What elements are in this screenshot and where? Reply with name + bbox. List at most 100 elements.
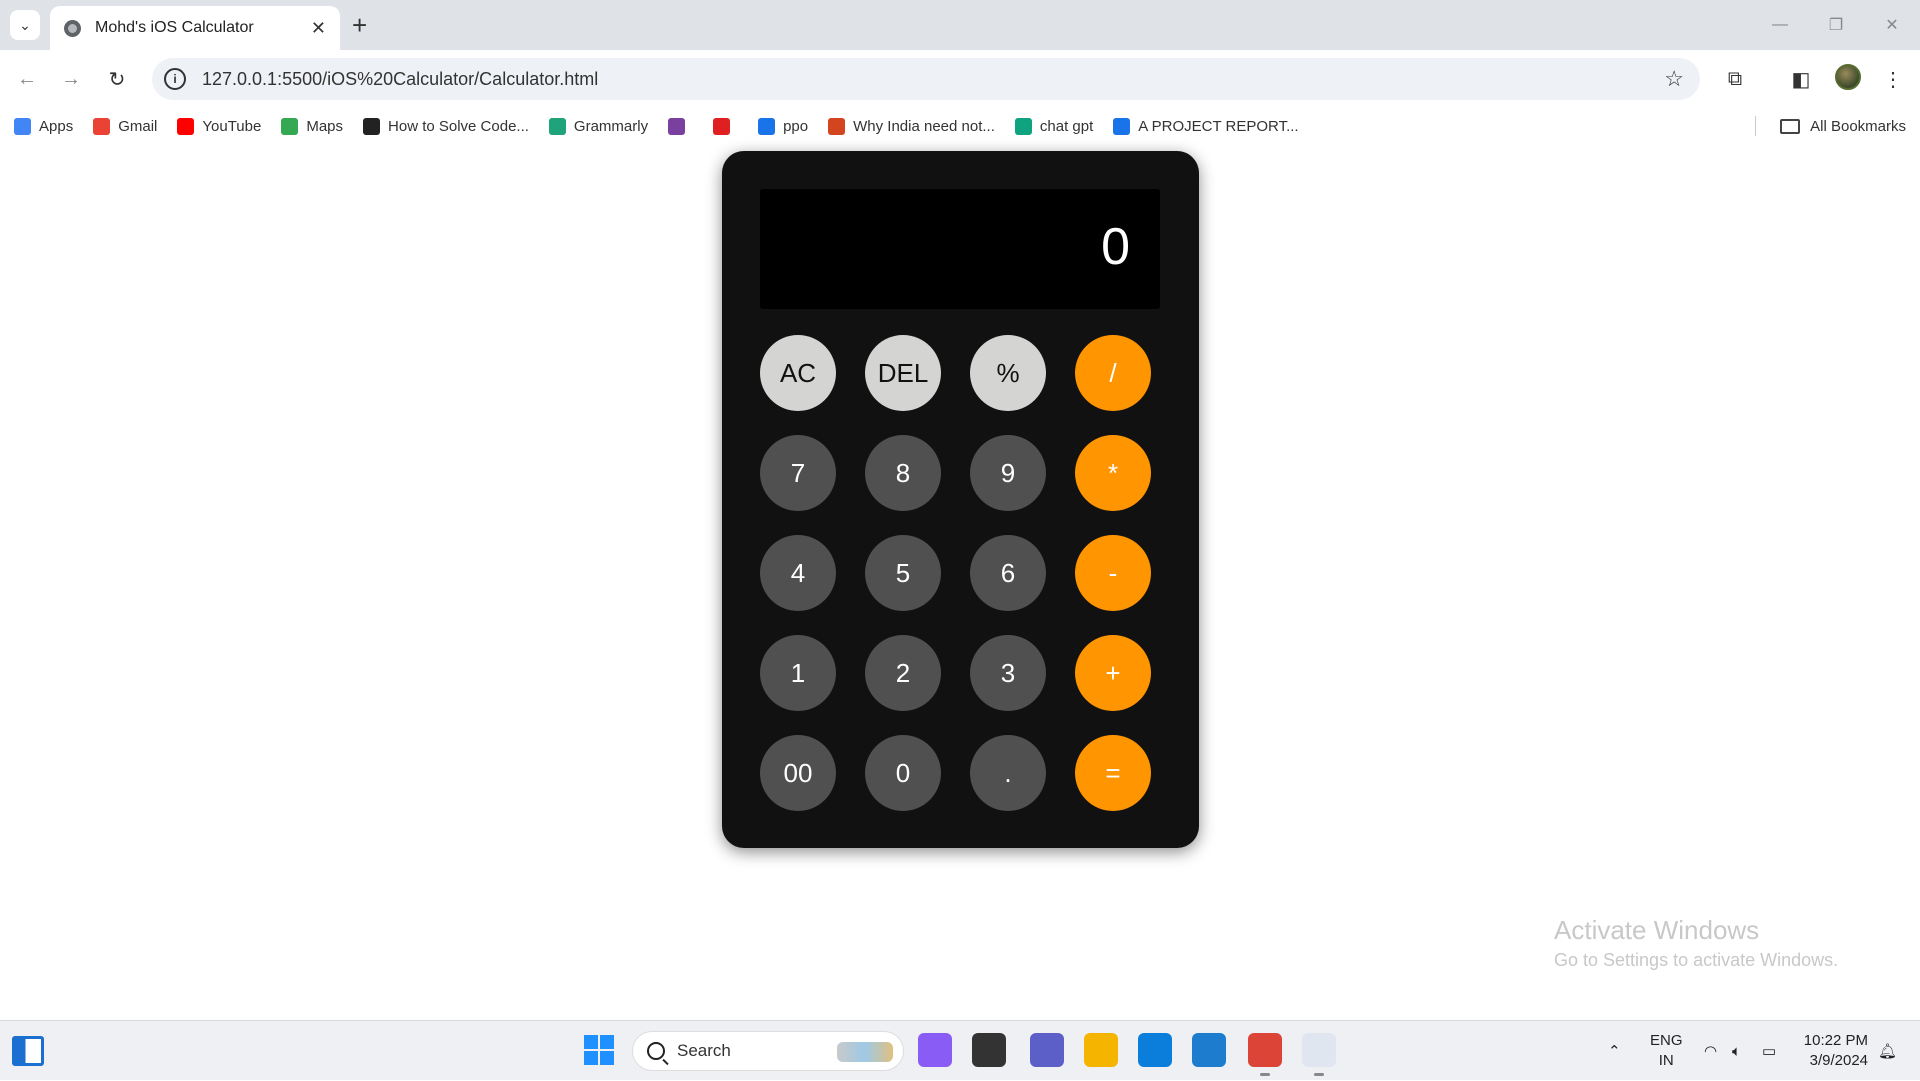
url-text[interactable]: 127.0.0.1:5500/iOS%20Calculator/Calculat… xyxy=(202,69,1664,90)
all-bookmarks-button[interactable]: All Bookmarks xyxy=(1780,108,1906,144)
site-info-icon[interactable]: i xyxy=(164,68,186,90)
copilot-icon[interactable] xyxy=(918,1033,952,1067)
bookmark-item[interactable]: A PROJECT REPORT... xyxy=(1113,117,1299,135)
browser-tab[interactable]: Mohd's iOS Calculator ✕ xyxy=(50,6,340,50)
language-code: ENG xyxy=(1650,1032,1683,1049)
search-highlight-icon xyxy=(837,1042,893,1062)
bookmark-item[interactable]: How to Solve Code... xyxy=(363,117,529,135)
bookmark-label: chat gpt xyxy=(1039,117,1094,135)
activate-windows-watermark: Activate Windows Go to Settings to activ… xyxy=(1554,915,1838,971)
side-panel-icon[interactable]: ◧ xyxy=(1786,64,1816,94)
bookmark-item[interactable]: Grammarly xyxy=(548,117,649,135)
wifi-icon[interactable]: ◠ xyxy=(1704,1021,1717,1081)
taskbar: Search ⌃ ENG IN ◠ 🔈︎ ▭ 10:22 PM 3/9/2024… xyxy=(0,1020,1920,1080)
subtract-button[interactable]: - xyxy=(1075,535,1151,611)
divide-button[interactable]: / xyxy=(1075,335,1151,411)
bookmark-item[interactable]: Why India need not... xyxy=(828,117,995,135)
search-icon xyxy=(647,1042,665,1060)
all-bookmarks-label: All Bookmarks xyxy=(1810,117,1906,135)
bookmark-item[interactable] xyxy=(713,117,738,135)
equals-button[interactable]: = xyxy=(1075,735,1151,811)
red-pin-icon xyxy=(713,117,731,135)
close-window-icon[interactable]: ✕ xyxy=(1864,0,1920,50)
digit-0-button[interactable]: 0 xyxy=(865,735,941,811)
delete-button[interactable]: DEL xyxy=(865,335,941,411)
digit-6-button[interactable]: 6 xyxy=(970,535,1046,611)
reload-icon[interactable]: ↻ xyxy=(102,64,132,94)
extensions-icon[interactable]: ⧉ xyxy=(1720,64,1750,94)
profile-avatar[interactable] xyxy=(1835,64,1861,90)
bookmark-item[interactable]: Gmail xyxy=(93,117,157,135)
bookmark-label: Grammarly xyxy=(573,117,649,135)
multiply-button[interactable]: * xyxy=(1075,435,1151,511)
digit-2-button[interactable]: 2 xyxy=(865,635,941,711)
chrome-icon[interactable] xyxy=(1248,1033,1282,1067)
address-bar[interactable]: i 127.0.0.1:5500/iOS%20Calculator/Calcul… xyxy=(152,58,1700,100)
teams-icon[interactable] xyxy=(1030,1033,1064,1067)
bookmark-item[interactable]: YouTube xyxy=(177,117,261,135)
widgets-icon[interactable] xyxy=(12,1036,44,1066)
language-region: IN xyxy=(1658,1052,1674,1069)
minimize-icon[interactable]: — xyxy=(1752,0,1808,50)
task-view-icon[interactable] xyxy=(972,1033,1006,1067)
globe-icon xyxy=(64,19,81,37)
language-indicator[interactable]: ENG IN xyxy=(1650,1031,1683,1071)
calculator-display: 0 xyxy=(760,189,1160,309)
menu-kebab-icon[interactable]: ⋮ xyxy=(1878,64,1908,94)
bookmark-label: How to Solve Code... xyxy=(388,117,529,135)
snipping-tool-icon[interactable] xyxy=(1302,1033,1336,1067)
digit-5-button[interactable]: 5 xyxy=(865,535,941,611)
bookmark-item[interactable] xyxy=(668,117,693,135)
bookmarks-bar: Apps Gmail YouTube Maps How to Solve Code...… xyxy=(0,108,1920,144)
bookmark-label: A PROJECT REPORT... xyxy=(1138,117,1299,135)
bookmark-label: Maps xyxy=(306,117,344,135)
folder-icon xyxy=(1780,118,1801,134)
bookmark-star-icon[interactable]: ☆ xyxy=(1664,66,1684,92)
battery-icon[interactable]: ▭ xyxy=(1762,1021,1776,1081)
add-button[interactable]: + xyxy=(1075,635,1151,711)
tab-title: Mohd's iOS Calculator xyxy=(95,19,254,36)
edge-icon[interactable] xyxy=(1138,1033,1172,1067)
percent-button[interactable]: % xyxy=(970,335,1046,411)
bookmark-item[interactable]: Apps xyxy=(14,117,73,135)
restore-icon[interactable]: ❐ xyxy=(1808,0,1864,50)
digit-4-button[interactable]: 4 xyxy=(760,535,836,611)
vscode-icon[interactable] xyxy=(1192,1033,1226,1067)
close-tab-icon[interactable]: ✕ xyxy=(311,18,326,39)
forward-icon[interactable]: → xyxy=(56,64,86,94)
start-button[interactable] xyxy=(584,1035,614,1065)
tab-search-icon[interactable]: ⌄ xyxy=(10,10,40,40)
clock-date: 3/9/2024 xyxy=(1809,1052,1868,1069)
show-hidden-icons[interactable]: ⌃ xyxy=(1608,1021,1621,1081)
new-tab-icon[interactable]: + xyxy=(352,12,367,38)
grammarly-icon xyxy=(548,117,566,135)
browser-toolbar: ← → ↻ i 127.0.0.1:5500/iOS%20Calculator/… xyxy=(0,50,1920,108)
purple-app-icon xyxy=(668,117,686,135)
browser-tab-bar: ⌄ Mohd's iOS Calculator ✕ + — ❐ ✕ xyxy=(0,0,1920,50)
notifications-bell-icon[interactable]: 🔔︎ xyxy=(1878,1021,1897,1081)
volume-icon[interactable]: 🔈︎ xyxy=(1732,1021,1741,1081)
gmail-icon xyxy=(93,117,111,135)
clock-time: 10:22 PM xyxy=(1803,1032,1868,1049)
code-site-icon xyxy=(363,117,381,135)
doc-icon xyxy=(1113,117,1131,135)
file-explorer-icon[interactable] xyxy=(1084,1033,1118,1067)
watermark-subtitle: Go to Settings to activate Windows. xyxy=(1554,950,1839,970)
digit-3-button[interactable]: 3 xyxy=(970,635,1046,711)
bookmark-item[interactable]: Maps xyxy=(281,117,344,135)
clock[interactable]: 10:22 PM 3/9/2024 xyxy=(1800,1031,1868,1071)
digit-9-button[interactable]: 9 xyxy=(970,435,1046,511)
digit-8-button[interactable]: 8 xyxy=(865,435,941,511)
taskbar-search[interactable]: Search xyxy=(632,1031,904,1071)
bookmark-item[interactable]: chat gpt xyxy=(1014,117,1094,135)
display-value: 0 xyxy=(1101,218,1130,276)
digit-7-button[interactable]: 7 xyxy=(760,435,836,511)
digit-1-button[interactable]: 1 xyxy=(760,635,836,711)
bookmark-separator xyxy=(1755,116,1756,136)
back-icon[interactable]: ← xyxy=(12,64,42,94)
clear-button[interactable]: AC xyxy=(760,335,836,411)
double-zero-button[interactable]: 00 xyxy=(760,735,836,811)
bookmark-item[interactable]: ppo xyxy=(758,117,808,135)
decimal-button[interactable]: . xyxy=(970,735,1046,811)
youtube-icon xyxy=(177,117,195,135)
